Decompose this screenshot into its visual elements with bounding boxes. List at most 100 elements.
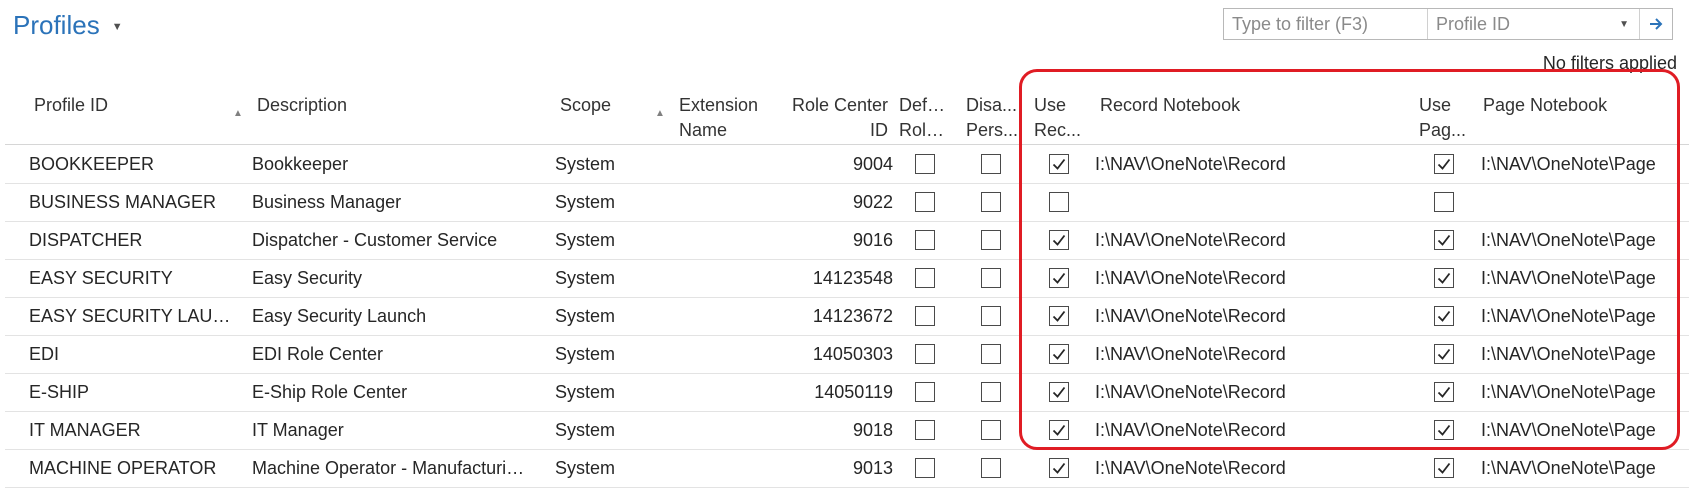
cell-profile-id[interactable]: EASY SECURITY LAUNCH bbox=[29, 298, 234, 335]
cell-profile-id[interactable]: IT MANAGER bbox=[29, 412, 234, 449]
default-role-checkbox[interactable] bbox=[915, 458, 935, 478]
cell-profile-id[interactable]: BOOKKEEPER bbox=[29, 146, 234, 183]
use-record-checkbox[interactable] bbox=[1049, 420, 1069, 440]
cell-record-notebook: I:\NAV\OneNote\Record bbox=[1095, 458, 1286, 478]
table-row[interactable]: BUSINESS MANAGER Business Manager System 90… bbox=[5, 184, 1689, 222]
use-record-checkbox[interactable] bbox=[1049, 154, 1069, 174]
column-header-label: Scope bbox=[560, 95, 612, 115]
column-header-use-page[interactable]: Use Pag... bbox=[1419, 93, 1471, 143]
default-role-checkbox[interactable] bbox=[915, 154, 935, 174]
filter-field-value: Profile ID bbox=[1436, 13, 1511, 34]
default-role-checkbox[interactable] bbox=[915, 268, 935, 288]
cell-profile-id[interactable]: E-SHIP bbox=[29, 374, 234, 411]
column-header-label: Pag... bbox=[1419, 120, 1467, 140]
use-record-checkbox[interactable] bbox=[1049, 230, 1069, 250]
cell-profile-id[interactable]: EASY SECURITY bbox=[29, 260, 234, 297]
use-record-checkbox[interactable] bbox=[1049, 268, 1069, 288]
page-title-label: Profiles bbox=[13, 10, 100, 40]
column-header-label: Defa... bbox=[899, 95, 951, 115]
cell-profile-id[interactable]: EDI bbox=[29, 336, 234, 373]
column-header-use-record[interactable]: Use Rec... bbox=[1034, 93, 1086, 143]
use-page-checkbox[interactable] bbox=[1434, 382, 1454, 402]
column-header-label: Role... bbox=[899, 120, 951, 140]
column-header-scope[interactable]: Scope bbox=[560, 93, 660, 118]
column-header-profile-id[interactable]: Profile ID bbox=[34, 93, 249, 118]
cell-role-center-id: 14123672 bbox=[812, 306, 893, 326]
page-title[interactable]: Profiles ▼ bbox=[13, 10, 123, 41]
table-row[interactable]: IT MANAGER IT Manager System 9018 I:\NAV\One… bbox=[5, 412, 1689, 450]
use-page-checkbox[interactable] bbox=[1434, 344, 1454, 364]
disable-pers-checkbox[interactable] bbox=[981, 268, 1001, 288]
column-header-label: Rec... bbox=[1034, 120, 1082, 140]
cell-profile-id[interactable]: BUSINESS MANAGER bbox=[29, 184, 234, 221]
table-row[interactable]: MACHINE OPERATOR Machine Operator - Manuf… bbox=[5, 450, 1689, 488]
default-role-checkbox[interactable] bbox=[915, 344, 935, 364]
use-page-checkbox[interactable] bbox=[1434, 458, 1454, 478]
column-header-label: Role Center bbox=[791, 95, 888, 115]
checkmark-icon bbox=[1437, 234, 1451, 246]
table-row[interactable]: DISPATCHER Dispatcher - Customer Service S… bbox=[5, 222, 1689, 260]
use-record-checkbox[interactable] bbox=[1049, 344, 1069, 364]
column-header-role-center-id[interactable]: Role Center ID bbox=[760, 93, 888, 143]
column-header-label: Record Notebook bbox=[1100, 95, 1241, 115]
checkmark-icon bbox=[1052, 158, 1066, 170]
default-role-checkbox[interactable] bbox=[915, 382, 935, 402]
use-page-checkbox[interactable] bbox=[1434, 230, 1454, 250]
default-role-checkbox[interactable] bbox=[915, 420, 935, 440]
use-record-checkbox[interactable] bbox=[1049, 382, 1069, 402]
column-header-label: Pers... bbox=[966, 120, 1018, 140]
default-role-checkbox[interactable] bbox=[915, 230, 935, 250]
disable-pers-checkbox[interactable] bbox=[981, 344, 1001, 364]
disable-pers-checkbox[interactable] bbox=[981, 458, 1001, 478]
use-page-checkbox[interactable] bbox=[1434, 306, 1454, 326]
use-record-checkbox[interactable] bbox=[1049, 192, 1069, 212]
column-header-label: Profile ID bbox=[34, 95, 109, 115]
checkmark-icon bbox=[1437, 272, 1451, 284]
column-header-record-notebook[interactable]: Record Notebook bbox=[1100, 93, 1360, 118]
checkmark-icon bbox=[1052, 348, 1066, 360]
column-header-extension-name[interactable]: Extension Name bbox=[679, 93, 769, 143]
use-record-checkbox[interactable] bbox=[1049, 458, 1069, 478]
default-role-checkbox[interactable] bbox=[915, 306, 935, 326]
checkmark-icon bbox=[1052, 386, 1066, 398]
cell-record-notebook: I:\NAV\OneNote\Record bbox=[1095, 306, 1286, 326]
disable-pers-checkbox[interactable] bbox=[981, 230, 1001, 250]
cell-scope: System bbox=[555, 154, 616, 174]
filter-input[interactable] bbox=[1224, 9, 1428, 39]
disable-pers-checkbox[interactable] bbox=[981, 382, 1001, 402]
disable-pers-checkbox[interactable] bbox=[981, 192, 1001, 212]
use-page-checkbox[interactable] bbox=[1434, 420, 1454, 440]
disable-pers-checkbox[interactable] bbox=[981, 306, 1001, 326]
use-page-checkbox[interactable] bbox=[1434, 268, 1454, 288]
column-header-page-notebook[interactable]: Page Notebook bbox=[1483, 93, 1683, 118]
table-row[interactable]: EDI EDI Role Center System 14050303 I:\NAV\O… bbox=[5, 336, 1689, 374]
cell-profile-id[interactable]: DISPATCHER bbox=[29, 222, 234, 259]
sort-up-icon: ▲ bbox=[655, 108, 665, 119]
cell-description: Easy Security Launch bbox=[252, 306, 427, 326]
cell-role-center-id: 14050119 bbox=[814, 382, 893, 402]
column-header-disable-pers[interactable]: Disa... Pers... bbox=[966, 93, 1018, 143]
column-header-default-role[interactable]: Defa... Role... bbox=[899, 93, 951, 143]
table-row[interactable]: BOOKKEEPER Bookkeeper System 9004 I:\NAV\One… bbox=[5, 146, 1689, 184]
cell-profile-id[interactable]: MACHINE OPERATOR bbox=[29, 450, 234, 487]
use-page-checkbox[interactable] bbox=[1434, 154, 1454, 174]
default-role-checkbox[interactable] bbox=[915, 192, 935, 212]
disable-pers-checkbox[interactable] bbox=[981, 420, 1001, 440]
use-page-checkbox[interactable] bbox=[1434, 192, 1454, 212]
table-row[interactable]: EASY SECURITY LAUNCH Easy Security Launch… bbox=[5, 298, 1689, 336]
use-record-checkbox[interactable] bbox=[1049, 306, 1069, 326]
disable-pers-checkbox[interactable] bbox=[981, 154, 1001, 174]
cell-scope: System bbox=[555, 192, 616, 212]
filter-field-select[interactable]: Profile ID ▼ bbox=[1428, 9, 1640, 39]
filter-bar: Profile ID ▼ bbox=[1223, 8, 1673, 40]
column-header-label: Use bbox=[1034, 95, 1067, 115]
table-row[interactable]: E-SHIP E-Ship Role Center System 14050119 I:… bbox=[5, 374, 1689, 412]
column-header-description[interactable]: Description bbox=[257, 93, 547, 118]
cell-page-notebook: I:\NAV\OneNote\Page bbox=[1481, 268, 1656, 288]
checkmark-icon bbox=[1052, 272, 1066, 284]
cell-page-notebook: I:\NAV\OneNote\Page bbox=[1481, 458, 1656, 478]
table-row[interactable]: EASY SECURITY Easy Security System 14123548… bbox=[5, 260, 1689, 298]
filter-go-button[interactable] bbox=[1640, 9, 1672, 39]
cell-scope: System bbox=[555, 344, 616, 364]
checkmark-icon bbox=[1052, 462, 1066, 474]
